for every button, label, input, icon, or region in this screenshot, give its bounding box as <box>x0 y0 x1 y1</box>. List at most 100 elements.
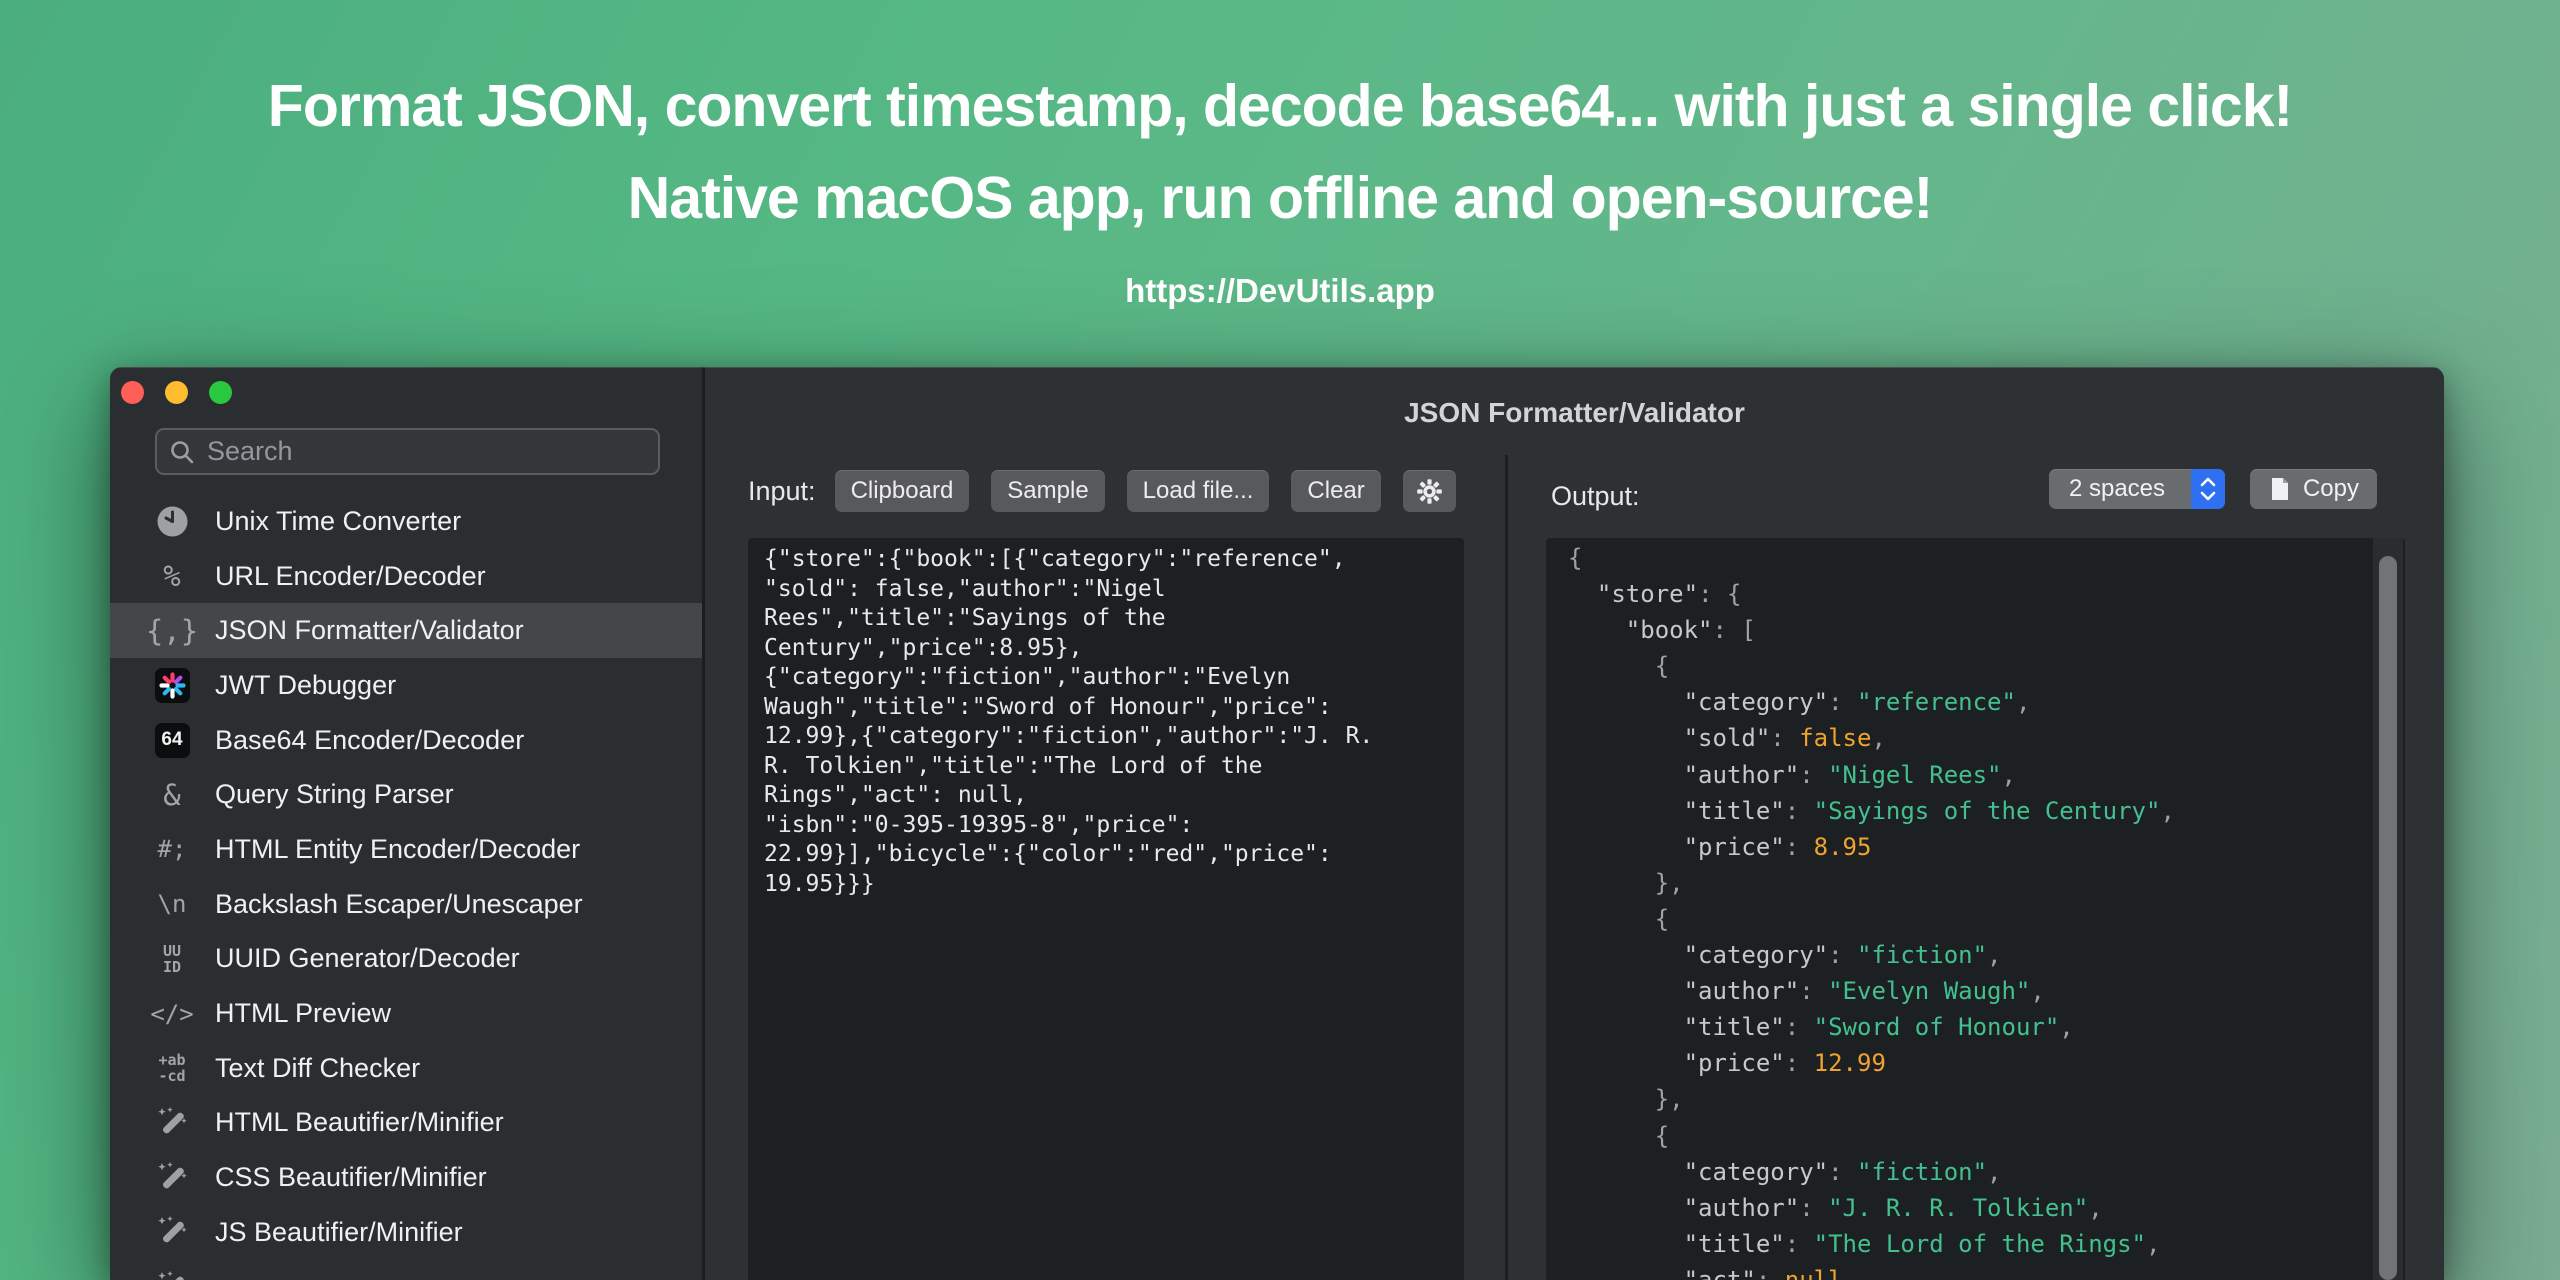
sidebar-item-css-beautifier-minifier[interactable]: CSS Beautifier/Minifier <box>110 1150 702 1205</box>
indent-select-value: 2 spaces <box>2068 475 2166 502</box>
main-area: JSON Formatter/Validator Input: Clipboar… <box>705 367 2444 1280</box>
load-file-button[interactable]: Load file... <box>1126 470 1270 512</box>
output-code-line: { <box>1568 904 1670 933</box>
sidebar-item-jwt-debugger[interactable]: JWT Debugger <box>110 658 702 713</box>
sidebar-item-label: Base64 Encoder/Decoder <box>215 724 525 755</box>
content-area: Input: Clipboard Sample Load file... Clear <box>705 455 2444 1280</box>
scrollbar-thumb[interactable] <box>2379 556 2397 1280</box>
sidebar-item-html-beautifier-minifier[interactable]: HTML Beautifier/Minifier <box>110 1096 702 1151</box>
output-viewer[interactable]: { "store": { "book": [ { "category": "re… <box>1546 538 2405 1280</box>
output-panel: Output: 2 spaces Copy {"store": {"book… <box>1508 455 2444 1280</box>
search-input[interactable] <box>205 435 646 468</box>
output-code-line: { <box>1568 544 1583 572</box>
sidebar-item-label: Text Diff Checker <box>215 1052 421 1083</box>
search-icon <box>171 440 194 463</box>
gear-icon <box>1416 478 1442 504</box>
sidebar-item-label: CSS Beautifier/Minifier <box>215 1162 487 1193</box>
input-code-line: Century","price":8.95}, <box>764 634 1083 661</box>
input-toolbar: Input: Clipboard Sample Load file... Clear <box>748 470 1456 512</box>
sidebar: Unix Time Converter% URL Encoder/Decoder {… <box>110 367 705 1280</box>
window-title: JSON Formatter/Validator <box>1404 397 1745 428</box>
input-editor[interactable]: {"store":{"book":[{"category":"reference… <box>748 538 1464 1280</box>
wand-icon <box>154 1215 190 1249</box>
uuid-icon: UU ID <box>162 941 182 976</box>
output-code-line: "category": "fiction", <box>1683 1157 2002 1186</box>
sample-button[interactable]: Sample <box>991 470 1105 512</box>
output-scrollbar[interactable] <box>2373 538 2403 1280</box>
sidebar-item-json-formatter-validator[interactable]: {,} JSON Formatter/Validator <box>110 603 702 659</box>
sidebar-item-url-encoder-decoder[interactable]: % URL Encoder/Decoder <box>110 549 702 604</box>
output-code-line: "category": "reference", <box>1683 688 2031 717</box>
copy-button[interactable]: Copy <box>2249 469 2377 509</box>
output-code-line: { <box>1568 652 1670 681</box>
sidebar-item-label: JWT Debugger <box>215 669 397 700</box>
entity-icon: #; <box>157 835 187 864</box>
input-code-line: Rees","title":"Sayings of the <box>764 605 1166 631</box>
clock-icon <box>154 505 190 538</box>
stepper-arrows-icon[interactable] <box>2190 469 2225 509</box>
output-code-line: "author": "Nigel Rees", <box>1683 760 2016 789</box>
sidebar-item-backslash-escaper-unescaper[interactable]: \n Backslash Escaper/Unescaper <box>110 877 702 932</box>
input-code-line: R. Tolkien","title":"The Lord of the <box>764 752 1263 779</box>
sidebar-item-partial-item[interactable] <box>110 1260 702 1280</box>
close-window-button[interactable] <box>121 381 144 404</box>
wand-icon <box>154 1106 190 1140</box>
sidebar-item-html-entity-encoder-decoder[interactable]: #; HTML Entity Encoder/Decoder <box>110 822 702 877</box>
diff-icon: +ab -cd <box>158 1051 186 1086</box>
sidebar-item-label: HTML Entity Encoder/Decoder <box>215 833 581 864</box>
output-code-line: "title": "The Lord of the Rings", <box>1683 1229 2161 1258</box>
output-toolbar: 2 spaces Copy <box>2048 468 2377 510</box>
hero-headline-line1: Format JSON, convert timestamp, decode b… <box>267 73 2293 139</box>
sidebar-item-uuid-generator-decoder[interactable]: UU ID UUID Generator/Decoder <box>110 932 702 987</box>
output-code-line: "act": null <box>1683 1265 1843 1280</box>
sidebar-item-unix-time-converter[interactable]: Unix Time Converter <box>110 494 702 549</box>
output-code-line: { <box>1568 1121 1670 1150</box>
sidebar-item-base64-encoder-decoder[interactable]: 64 Base64 Encoder/Decoder <box>110 713 702 768</box>
input-code-line: Waugh","title":"Sword of Honour","price"… <box>764 693 1332 720</box>
sidebar-item-query-string-parser[interactable]: & Query String Parser <box>110 767 702 822</box>
sidebar-tool-list: Unix Time Converter% URL Encoder/Decoder {… <box>110 494 702 1280</box>
input-code-line: {"store":{"book":[{"category":"reference… <box>764 546 1346 572</box>
sidebar-item-label: Unix Time Converter <box>215 505 462 536</box>
sidebar-item-js-beautifier-minifier[interactable]: JS Beautifier/Minifier <box>110 1205 702 1260</box>
input-code-line: 22.99}],"bicycle":{"color":"red","price"… <box>764 841 1332 867</box>
sidebar-item-label: JSON Formatter/Validator <box>215 615 524 646</box>
input-code-line: Rings","act": null, <box>764 782 1028 808</box>
output-code-line: "category": "fiction", <box>1683 941 2002 970</box>
output-code-line: "sold": false, <box>1683 724 1886 753</box>
sidebar-item-text-diff-checker[interactable]: +ab -cd Text Diff Checker <box>110 1041 702 1096</box>
code-icon: </> <box>150 999 194 1028</box>
output-code-line: "title": "Sayings of the Century", <box>1683 796 2175 825</box>
search-field[interactable] <box>155 428 660 475</box>
sidebar-item-label: URL Encoder/Decoder <box>215 560 486 591</box>
sidebar-item-label: JS Beautifier/Minifier <box>215 1216 463 1247</box>
copy-icon <box>2271 478 2288 500</box>
input-code-line: {"category":"fiction","author":"Evelyn <box>764 664 1291 690</box>
output-code-line: "author": "Evelyn Waugh", <box>1683 977 2045 1006</box>
output-code-line: }, <box>1568 1085 1684 1114</box>
input-settings-button[interactable] <box>1402 470 1456 512</box>
output-code-line: "author": "J. R. R. Tolkien", <box>1683 1193 2103 1222</box>
indent-select[interactable]: 2 spaces <box>2048 469 2225 509</box>
input-code-line: "isbn":"0-395-19395-8","price": <box>764 811 1194 838</box>
input-code-line: 12.99},{"category":"fiction","author":"J… <box>764 723 1374 749</box>
zoom-window-button[interactable] <box>209 381 232 404</box>
sidebar-item-html-preview[interactable]: </> HTML Preview <box>110 986 702 1041</box>
sidebar-item-label: Backslash Escaper/Unescaper <box>215 888 583 919</box>
sidebar-item-label: Query String Parser <box>215 779 454 810</box>
ampersand-icon: & <box>163 777 181 812</box>
sidebar-item-label: UUID Generator/Decoder <box>215 943 520 974</box>
percent-icon: % <box>163 559 181 594</box>
hero-url: https://DevUtils.app <box>1125 272 1435 309</box>
base64-icon: 64 <box>154 722 190 758</box>
jwt-icon <box>154 667 190 703</box>
wand-icon <box>154 1161 190 1195</box>
sidebar-item-label: HTML Beautifier/Minifier <box>215 1107 504 1138</box>
braces-icon: {,} <box>145 613 199 648</box>
minimize-window-button[interactable] <box>165 381 188 404</box>
copy-button-label: Copy <box>2302 475 2359 502</box>
clipboard-button[interactable]: Clipboard <box>834 470 970 512</box>
app-window: Unix Time Converter% URL Encoder/Decoder {… <box>110 367 2444 1280</box>
clear-button[interactable]: Clear <box>1291 470 1381 512</box>
wand-icon <box>154 1270 190 1280</box>
